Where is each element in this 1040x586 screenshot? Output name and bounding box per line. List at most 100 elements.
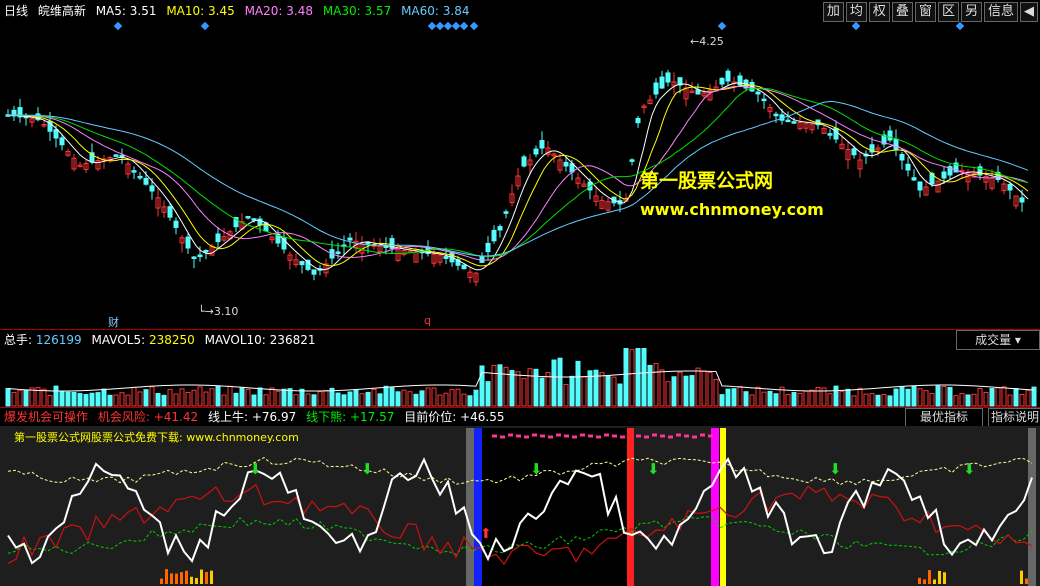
volume-bar — [443, 392, 449, 407]
strength-mark — [652, 433, 657, 437]
down-arrow-icon: ⬇ — [963, 460, 976, 478]
volume-bar — [431, 387, 437, 407]
volume-bar — [863, 393, 869, 407]
candle-body — [197, 254, 203, 258]
mavol10-value: 236821 — [269, 333, 316, 347]
volume-bar — [401, 389, 407, 407]
candle-body — [113, 154, 119, 157]
histogram-bar — [210, 570, 213, 584]
volume-bar — [671, 376, 677, 407]
candlesticks — [5, 68, 1025, 287]
histogram-bar — [928, 570, 931, 584]
volume-bar — [305, 393, 311, 407]
high-price-value: 4.25 — [699, 35, 724, 48]
volume-bar — [503, 366, 509, 407]
strength-mark — [700, 433, 705, 437]
volume-bar — [761, 391, 767, 407]
finance-marker[interactable]: 财 — [108, 314, 119, 330]
volume-bar — [617, 383, 623, 407]
histogram-bar — [933, 579, 936, 584]
lower-label: 线下熊: — [306, 410, 347, 424]
position-label: 目前价位: — [404, 410, 457, 424]
lower-readout: 线下熊: +17.57 — [306, 410, 394, 424]
volume-bar — [599, 372, 605, 407]
candle-body — [905, 163, 911, 171]
mavol10-label: MAVOL10: — [204, 333, 266, 347]
volume-bar — [719, 394, 725, 407]
volume-bar — [251, 394, 257, 407]
strength-mark — [620, 435, 625, 439]
strength-mark — [572, 435, 577, 439]
candle-body — [665, 72, 671, 83]
volume-bar — [569, 375, 575, 407]
volume-bar — [317, 391, 323, 407]
volume-bar — [791, 392, 797, 407]
volume-bar — [527, 368, 533, 407]
indicator-name: 爆发机会可操作 — [4, 410, 89, 424]
q-marker[interactable]: q — [424, 314, 431, 327]
histogram-bar — [923, 579, 926, 584]
high-price-label: ←4.25 — [690, 35, 724, 48]
histogram-bar — [160, 578, 163, 584]
volume-bar — [95, 392, 101, 407]
volume-bar — [185, 391, 191, 407]
candle-body — [215, 233, 221, 243]
volume-bar — [701, 370, 707, 407]
strength-mark — [492, 434, 497, 438]
mavol5-label: MAVOL5: — [91, 333, 146, 347]
volume-bar — [17, 389, 23, 407]
signal-diamond-icon — [955, 21, 965, 31]
price-chart[interactable] — [0, 0, 1040, 330]
volume-bar — [419, 390, 425, 407]
volume-bar — [281, 388, 287, 407]
volume-bar — [899, 386, 905, 407]
candle-body — [635, 117, 641, 124]
indicator-chart[interactable]: ⬇ ⬇ ⬇ ⬇ ⬇ ⬇ ⬆ — [0, 426, 1040, 586]
candle-body — [539, 140, 545, 149]
volume-bar — [5, 387, 11, 407]
volume-bar — [557, 357, 563, 407]
position-value: +46.55 — [460, 410, 505, 424]
strength-mark — [500, 435, 505, 439]
volume-bar — [1007, 394, 1013, 407]
volume-bar — [995, 387, 1001, 407]
volume-bar — [971, 393, 977, 407]
candle-body — [479, 255, 485, 263]
volume-chart[interactable] — [0, 348, 1040, 408]
volume-bar — [545, 372, 551, 407]
volume-dropdown-label: 成交量 — [975, 333, 1012, 347]
volume-bar — [83, 394, 89, 407]
volume-bar — [767, 390, 773, 407]
volume-bar — [149, 386, 155, 407]
candle-body — [383, 245, 389, 248]
candle-body — [851, 148, 857, 156]
volume-bar — [929, 392, 935, 407]
volume-bar — [473, 389, 479, 407]
candle-body — [347, 237, 353, 241]
signal-diamond-icon — [200, 21, 210, 31]
strength-mark — [540, 434, 545, 438]
volume-bar — [89, 392, 95, 407]
divider-bar — [1028, 428, 1036, 586]
volume-bar — [575, 360, 581, 407]
best-indicator-button[interactable]: 最优指标 — [905, 408, 983, 427]
histogram-bar — [938, 570, 941, 584]
candle-body — [827, 133, 833, 136]
candle-body — [137, 175, 143, 179]
indicator-help-button[interactable]: 指标说明 — [988, 408, 1040, 427]
strength-mark — [692, 435, 697, 439]
volume-bar — [725, 388, 731, 407]
volume-indicator-dropdown[interactable]: 成交量 ▾ — [956, 330, 1040, 350]
mavol5-readout: MAVOL5: 238250 — [92, 333, 195, 347]
down-arrow-icon: ⬇ — [647, 460, 660, 478]
volume-bar — [989, 388, 995, 407]
histogram-bar — [170, 573, 173, 584]
volume-bar — [755, 386, 761, 407]
volume-bar — [269, 387, 275, 407]
volume-bar — [797, 392, 803, 407]
candle-body — [131, 170, 137, 173]
volume-bar — [143, 389, 149, 407]
candle-body — [659, 76, 665, 89]
signal-diamond-icon — [717, 21, 727, 31]
volume-bar — [923, 390, 929, 407]
